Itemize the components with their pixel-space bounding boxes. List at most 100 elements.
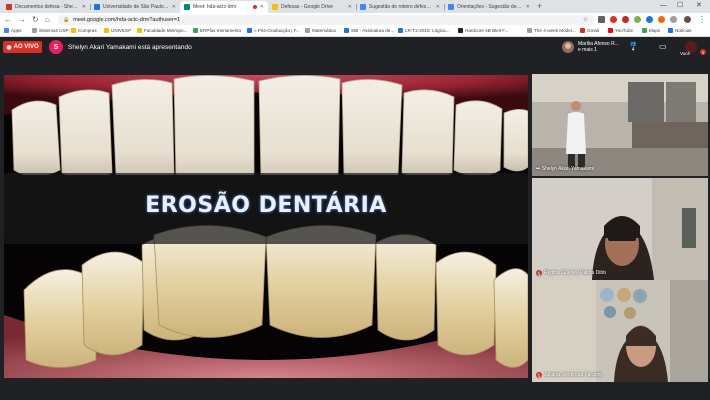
site-favicon-icon [458, 28, 463, 33]
bookmark-apps[interactable]: Apps [4, 28, 21, 33]
window-close-icon[interactable]: ✕ [696, 1, 702, 11]
gmail-icon [580, 28, 585, 33]
extension-red-icon[interactable] [610, 16, 617, 23]
participant-video [532, 178, 708, 280]
participant-name-tag: 🎙 Juliana Jendiroba Faraoni [536, 372, 602, 378]
bookmark-label: Matemática [312, 28, 336, 33]
bookmark-sistemas-usp[interactable]: Sistemas USP [32, 28, 69, 33]
bookmark-star-icon[interactable]: ☆ [583, 16, 588, 23]
back-arrow-icon[interactable]: ← [4, 14, 12, 25]
participant-tile-0[interactable]: ••• Shelyn Akari Yamakami [532, 74, 708, 176]
speaker-avatar [562, 41, 574, 53]
close-tab-icon[interactable]: ✕ [82, 4, 86, 10]
you-label: Você [680, 51, 691, 56]
bookmark-erpfax[interactable]: ERPfax treinamento [193, 28, 241, 33]
close-tab-icon[interactable]: ✕ [436, 4, 440, 10]
live-label: AO VIVO [13, 44, 39, 50]
tab-label: Sugestão de roteiro defesa.doc [369, 4, 433, 10]
bookmark-hardcore[interactable]: Hardcore 4B Bleit F... [458, 28, 508, 33]
bookmark-sbi[interactable]: SBI - Assinatura de... [344, 28, 394, 33]
bookmark-label: LR-T2-2018: Lógica... [405, 28, 450, 33]
browser-tab-5[interactable]: Orientações - Sugestão de roteir ✕ [444, 1, 534, 13]
browser-tab-2[interactable]: Meet: hda-actc-dmr ✕ [180, 1, 268, 13]
profile-avatar[interactable] [684, 16, 691, 23]
bookmark-label: Maps [649, 28, 661, 33]
extension-blue-icon[interactable] [646, 16, 653, 23]
close-tab-icon[interactable]: ✕ [260, 4, 264, 10]
participant-name-tag: ••• Shelyn Akari Yamakami [536, 166, 594, 172]
bookmark-label: » Pós-Graduação | F... [254, 28, 300, 33]
slide-title: EROSÃO DENTÁRIA [145, 193, 387, 218]
minimize-icon[interactable]: — [660, 1, 667, 11]
presentation-stage: EROSÃO DENTÁRIA [4, 75, 528, 378]
meet-favicon-icon [184, 4, 190, 10]
participant-tile-2[interactable]: 🎙 Juliana Jendiroba Faraoni [532, 280, 708, 382]
bookmark-gmail[interactable]: Gmail [580, 28, 599, 33]
forward-arrow-icon[interactable]: → [18, 14, 26, 25]
participant-tile-1[interactable]: 🎙 Regina Guenka Palma Dibb [532, 178, 708, 280]
close-tab-icon[interactable]: ✕ [526, 4, 530, 10]
bookmark-label: Notícias [675, 28, 692, 33]
bookmark-compras[interactable]: Compras [71, 28, 97, 33]
browser-tab-1[interactable]: Universidade de São Paulo agen ✕ [90, 1, 180, 13]
speaker-summary: Marília Afonso R... e mais 1 [578, 41, 619, 53]
address-bar[interactable]: 🔒 meet.google.com/hda-actc-dmr?authuser=… [58, 14, 594, 25]
bookmark-label: The 4-week Model... [534, 28, 576, 33]
bookmark-univesp[interactable]: UNIVESP [104, 28, 131, 33]
bookmark-label: Sistemas USP [39, 28, 69, 33]
people-button[interactable]: 👥 4 [630, 41, 636, 53]
bookmark-youtube[interactable]: YouTube [608, 28, 633, 33]
bookmark-maps[interactable]: Maps [642, 28, 660, 33]
bookmark-faculdade[interactable]: Faculdade Metropo... [137, 28, 187, 33]
reload-icon[interactable]: ↻ [32, 14, 39, 25]
chat-icon[interactable]: ▭ [659, 42, 667, 51]
recording-dot-icon [252, 5, 257, 9]
extension-puzzle-icon[interactable] [670, 16, 677, 23]
bookmark-label: YouTube [615, 28, 634, 33]
browser-tab-strip: Documentos defesa - Shelyn Ak ✕ Universi… [0, 0, 710, 13]
bookmark-4-week-model[interactable]: The 4-week Model... [527, 28, 576, 33]
bookmark-label: Compras [78, 28, 97, 33]
site-favicon-icon [344, 28, 349, 33]
close-tab-icon[interactable]: ✕ [172, 4, 176, 10]
maps-icon [642, 28, 647, 33]
browser-tab-4[interactable]: Sugestão de roteiro defesa.doc ✕ [356, 1, 444, 13]
new-tab-button[interactable]: + [537, 2, 542, 11]
docs-favicon-icon [448, 4, 454, 10]
cast-icon[interactable] [598, 16, 605, 23]
mic-off-icon: 🎙 [536, 270, 542, 276]
bookmark-pos-graduacao[interactable]: » Pós-Graduação | F... [247, 28, 300, 33]
tab-label: Defesas - Google Drive [281, 4, 333, 10]
site-favicon-icon [193, 28, 198, 33]
browser-tab-3[interactable]: Defesas - Google Drive ✕ [268, 1, 356, 13]
participant-name: Juliana Jendiroba Faraoni [544, 372, 602, 378]
live-badge: ◉ AO VIVO [3, 41, 42, 53]
close-tab-icon[interactable]: ✕ [348, 4, 352, 10]
folder-icon [71, 28, 76, 33]
bookmark-matematica[interactable]: Matemática [305, 28, 336, 33]
apps-grid-icon [4, 28, 9, 33]
docs-favicon-icon [6, 4, 12, 10]
bookmark-label: UNIVESP [111, 28, 132, 33]
extension-green-icon[interactable] [634, 16, 641, 23]
bookmarks-bar: Apps Sistemas USP Compras UNIVESP Faculd… [0, 26, 710, 37]
extension-orange-icon[interactable] [658, 16, 665, 23]
url-text: meet.google.com/hda-actc-dmr?authuser=1 [73, 16, 181, 23]
browser-tab-0[interactable]: Documentos defesa - Shelyn Ak ✕ [2, 1, 90, 13]
folder-icon [137, 28, 142, 33]
bookmark-label: Gmail [587, 28, 599, 33]
participant-name-tag: 🎙 Regina Guenka Palma Dibb [536, 270, 606, 276]
lock-icon: 🔒 [63, 16, 70, 23]
bookmark-label: Apps [11, 28, 22, 33]
docs-favicon-icon [360, 4, 366, 10]
browser-menu-icon[interactable]: ⋮ [698, 14, 706, 25]
site-favicon-icon [527, 28, 532, 33]
home-icon[interactable]: ⌂ [45, 14, 50, 25]
bookmark-lr-t2[interactable]: LR-T2-2018: Lógica... [398, 28, 449, 33]
extension-shield-icon[interactable] [622, 16, 629, 23]
tab-label: Orientações - Sugestão de roteir [457, 4, 523, 10]
bookmark-noticias[interactable]: Notícias [668, 28, 692, 33]
drive-favicon-icon [272, 4, 278, 10]
presenting-status: Shelyn Akari Yamakami está apresentando [68, 44, 192, 51]
maximize-icon[interactable]: ☐ [677, 1, 683, 11]
